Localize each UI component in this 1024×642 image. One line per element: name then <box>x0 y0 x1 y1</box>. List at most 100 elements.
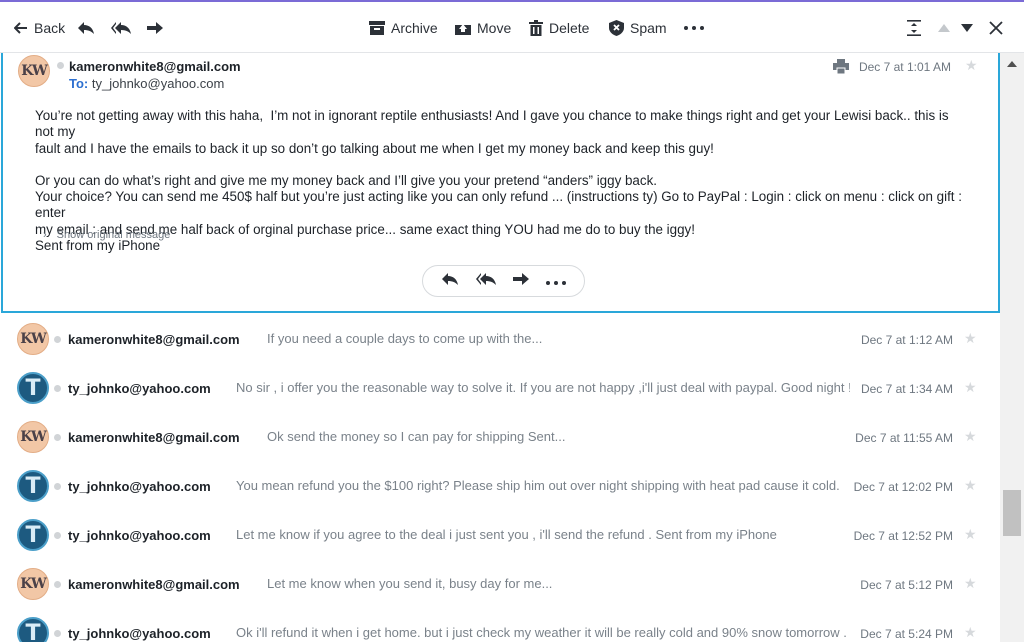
more-actions-button[interactable] <box>684 2 704 53</box>
chevron-right-icon: › <box>43 229 47 241</box>
unread-dot <box>54 581 61 588</box>
avatar: T <box>17 617 49 642</box>
next-arrow-icon <box>961 23 973 32</box>
body-line: Your choice? You can send me 450$ half b… <box>35 189 966 221</box>
forward-button[interactable] <box>146 2 164 53</box>
body-line: fault and I have the emails to back it u… <box>35 140 714 156</box>
recipient-line: To: ty_johnko@yahoo.com <box>69 76 224 91</box>
message-date: Dec 7 at 12:02 PM <box>853 480 953 494</box>
reply-all-button[interactable] <box>110 2 132 53</box>
recipient-address[interactable]: ty_johnko@yahoo.com <box>92 76 224 91</box>
reply-icon[interactable] <box>441 272 459 291</box>
previous-message-button[interactable] <box>938 2 950 53</box>
avatar: KW <box>18 55 50 87</box>
message-preview: Let me know when you send it, busy day f… <box>267 576 553 591</box>
star-icon[interactable]: ★ <box>964 330 977 347</box>
collapse-button[interactable] <box>907 2 921 53</box>
message-row[interactable]: KW kameronwhite8@gmail.com Ok send the m… <box>0 413 1000 462</box>
reply-icon <box>77 21 95 35</box>
print-button[interactable] <box>833 59 849 79</box>
trash-icon <box>529 19 543 36</box>
close-button[interactable] <box>989 2 1003 53</box>
next-message-button[interactable] <box>961 2 973 53</box>
message-preview: Ok i'll refund it when i get home. but i… <box>236 625 850 640</box>
message-preview: Let me know if you agree to the deal i j… <box>236 527 777 542</box>
delete-button[interactable]: Delete <box>529 2 589 53</box>
forward-icon[interactable] <box>512 272 530 291</box>
message-preview: You mean refund you the $100 right? Plea… <box>236 478 844 493</box>
avatar-initials: KW <box>21 63 47 79</box>
archive-label: Archive <box>391 19 438 36</box>
show-original-label: Show original message <box>56 229 171 241</box>
spam-shield-icon <box>609 19 624 36</box>
reply-all-icon[interactable] <box>475 272 497 291</box>
unread-dot <box>54 385 61 392</box>
reply-all-icon <box>110 21 132 35</box>
star-icon[interactable]: ★ <box>964 428 977 445</box>
vertical-scrollbar[interactable] <box>1000 53 1024 642</box>
star-icon[interactable]: ★ <box>964 624 977 641</box>
unread-dot <box>54 630 61 637</box>
sender-address: kameronwhite8@gmail.com <box>68 430 240 445</box>
message-body: You’re not getting away with this haha, … <box>35 108 965 254</box>
prev-arrow-icon <box>938 23 950 32</box>
avatar-initials: T <box>25 620 41 642</box>
sender-address: kameronwhite8@gmail.com <box>68 332 240 347</box>
sender-address[interactable]: kameronwhite8@gmail.com <box>69 59 241 74</box>
unread-dot <box>54 483 61 490</box>
star-icon[interactable]: ★ <box>964 526 977 543</box>
avatar: KW <box>17 421 49 453</box>
collapse-icon <box>907 19 921 36</box>
close-icon <box>989 20 1003 35</box>
quick-actions <box>422 265 585 297</box>
show-original-link[interactable]: › Show original message <box>43 229 170 241</box>
star-icon[interactable]: ★ <box>964 379 977 396</box>
message-row[interactable]: KW kameronwhite8@gmail.com Let me know w… <box>0 560 1000 609</box>
back-arrow-icon <box>14 21 28 34</box>
sender-address: ty_johnko@yahoo.com <box>68 381 211 396</box>
message-date: Dec 7 at 12:52 PM <box>853 529 953 543</box>
spam-button[interactable]: Spam <box>609 2 667 53</box>
avatar-initials: KW <box>20 576 46 592</box>
avatar: T <box>17 372 49 404</box>
scrollbar-thumb[interactable] <box>1003 490 1021 536</box>
archive-button[interactable]: Archive <box>369 2 438 53</box>
message-row[interactable]: T ty_johnko@yahoo.com You mean refund yo… <box>0 462 1000 511</box>
avatar: T <box>17 470 49 502</box>
body-blank-line <box>35 157 965 173</box>
star-icon[interactable]: ★ <box>965 57 978 74</box>
more-icon <box>684 25 704 30</box>
message-date: Dec 7 at 1:34 AM <box>860 382 953 396</box>
avatar-initials: KW <box>20 429 46 445</box>
delete-label: Delete <box>549 19 590 36</box>
message-toolbar: Back Archive Move Delete Spam <box>0 2 1024 53</box>
scroll-up-arrow-icon[interactable] <box>1007 61 1017 67</box>
back-label: Back <box>34 19 66 36</box>
message-date: Dec 7 at 11:55 AM <box>855 431 953 445</box>
reply-button[interactable] <box>77 2 95 53</box>
message-preview: If you need a couple days to come up wit… <box>267 331 543 346</box>
body-line: Or you can do what’s right and give me m… <box>35 172 657 188</box>
star-icon[interactable]: ★ <box>964 477 977 494</box>
unread-dot <box>54 434 61 441</box>
body-line: my email : and send me half back of orgi… <box>35 221 695 237</box>
message-row[interactable]: T ty_johnko@yahoo.com Let me know if you… <box>0 511 1000 560</box>
to-prefix: To: <box>69 76 89 91</box>
message-date: Dec 7 at 1:01 AM <box>858 60 951 74</box>
avatar: T <box>17 519 49 551</box>
spam-label: Spam <box>630 19 667 36</box>
message-row[interactable]: T ty_johnko@yahoo.com Ok i'll refund it … <box>0 609 1000 642</box>
unread-dot <box>54 532 61 539</box>
avatar: KW <box>17 323 49 355</box>
body-line: Sent from my iPhone <box>35 238 161 254</box>
sender-address: ty_johnko@yahoo.com <box>68 479 211 494</box>
move-icon <box>455 21 471 35</box>
avatar-initials: T <box>25 522 41 548</box>
message-row[interactable]: KW kameronwhite8@gmail.com If you need a… <box>0 315 1000 364</box>
more-icon[interactable] <box>546 272 567 290</box>
star-icon[interactable]: ★ <box>964 575 977 592</box>
back-button[interactable]: Back <box>14 2 65 53</box>
message-row[interactable]: T ty_johnko@yahoo.com No sir , i offer y… <box>0 364 1000 413</box>
archive-icon <box>369 20 385 35</box>
move-button[interactable]: Move <box>455 2 511 53</box>
